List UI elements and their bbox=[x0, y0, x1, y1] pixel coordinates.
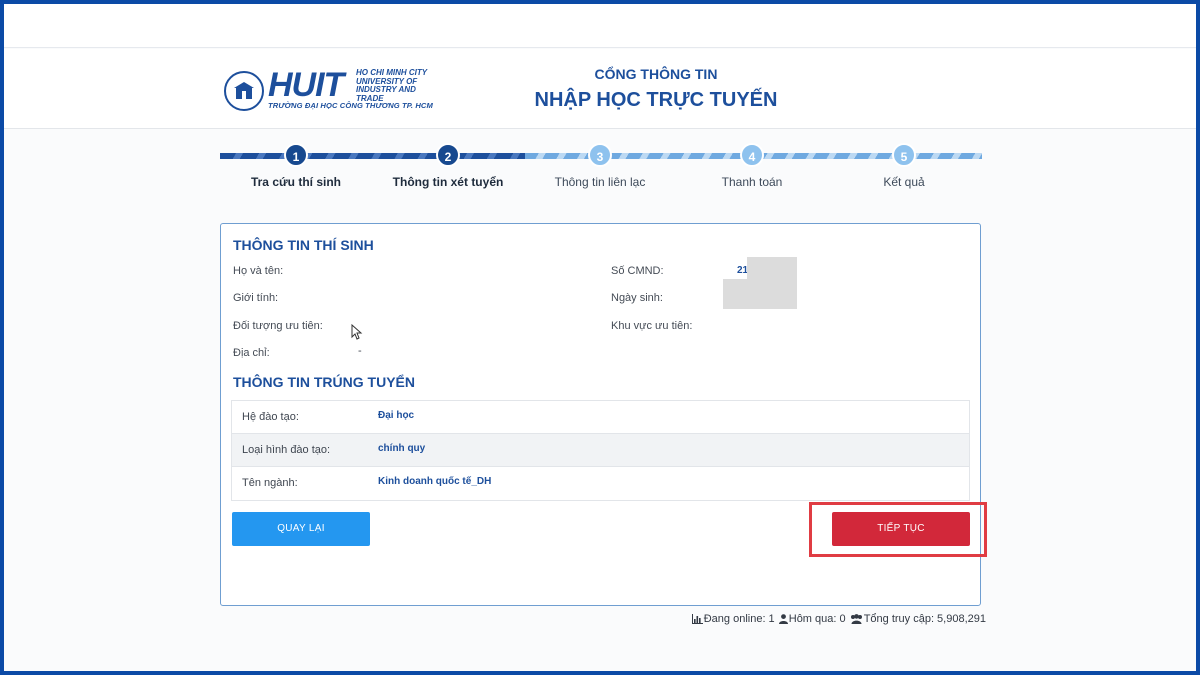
training-system-label: Hệ đào tạo: bbox=[242, 411, 299, 423]
browser-top-strip bbox=[4, 4, 1196, 48]
gender-label: Giới tính: bbox=[233, 292, 279, 304]
table-row: Tên ngành: Kinh doanh quốc tế_DH bbox=[232, 467, 969, 500]
training-system-value: Đại học bbox=[378, 410, 415, 421]
training-type-value: chính quy bbox=[378, 443, 426, 454]
yesterday-count: Hôm qua: 0 bbox=[788, 613, 846, 626]
portal-title-line2: NHẬP HỌC TRỰC TUYẾN bbox=[534, 89, 778, 111]
priority-group-label: Đối tượng ưu tiên: bbox=[233, 320, 323, 332]
back-button[interactable]: QUAY LẠI bbox=[232, 512, 370, 546]
step-5-number: 5 bbox=[892, 143, 916, 167]
university-seal-icon bbox=[224, 71, 264, 111]
major-value: Kinh doanh quốc tế_DH bbox=[378, 476, 492, 487]
users-icon bbox=[850, 614, 862, 625]
step-2-number: 2 bbox=[436, 143, 460, 167]
redacted-dob-block bbox=[723, 279, 797, 309]
online-count: Đang online: 1 bbox=[703, 613, 775, 626]
logo-brand-text: HUIT bbox=[268, 66, 344, 104]
portal-title: CỔNG THÔNG TIN NHẬP HỌC TRỰC TUYẾN bbox=[504, 65, 808, 113]
major-label: Tên ngành: bbox=[242, 477, 298, 489]
admission-section-title: THÔNG TIN TRÚNG TUYỂN bbox=[233, 374, 415, 390]
huit-logo[interactable]: HUIT HO CHI MINH CITY UNIVERSITY OF INDU… bbox=[224, 66, 434, 115]
step-1-label: Tra cứu thí sinh bbox=[250, 175, 342, 189]
bar-chart-icon bbox=[691, 614, 703, 625]
step-5[interactable]: 5 Kết quả bbox=[829, 143, 979, 189]
portal-title-line1: CỔNG THÔNG TIN bbox=[594, 66, 718, 82]
logo-subtitle: TRƯỜNG ĐẠI HỌC CÔNG THƯƠNG TP. HCM bbox=[268, 101, 433, 110]
step-4-number: 4 bbox=[740, 143, 764, 167]
dob-label: Ngày sinh: bbox=[611, 292, 663, 304]
address-value: - bbox=[358, 345, 362, 357]
table-row: Loại hình đào tạo: chính quy bbox=[232, 434, 969, 467]
step-5-label: Kết quả bbox=[883, 175, 925, 189]
step-4-label: Thanh toán bbox=[721, 175, 783, 189]
step-3[interactable]: 3 Thông tin liên lạc bbox=[525, 143, 675, 189]
admission-table: Hệ đào tạo: Đại học Loại hình đào tạo: c… bbox=[231, 400, 970, 501]
candidate-section-title: THÔNG TIN THÍ SINH bbox=[233, 237, 374, 253]
step-4[interactable]: 4 Thanh toán bbox=[677, 143, 827, 189]
logo-city-text: HO CHI MINH CITY UNIVERSITY OF INDUSTRY … bbox=[356, 68, 428, 103]
total-visits: Tổng truy cập: 5,908,291 bbox=[863, 613, 986, 626]
training-type-label: Loại hình đào tạo: bbox=[242, 444, 331, 456]
mouse-cursor-icon bbox=[351, 324, 363, 340]
site-header: HUIT HO CHI MINH CITY UNIVERSITY OF INDU… bbox=[4, 49, 1196, 129]
visitor-stats: Đang online: 1 Hôm qua: 0 Tổng truy cập:… bbox=[691, 613, 986, 625]
step-3-label: Thông tin liên lạc bbox=[554, 175, 646, 189]
progress-stepper: 1 Tra cứu thí sinh 2 Thông tin xét tuyển… bbox=[220, 143, 982, 193]
step-1-number: 1 bbox=[284, 143, 308, 167]
address-label: Địa chỉ: bbox=[233, 347, 270, 359]
id-number-label: Số CMND: bbox=[611, 265, 664, 277]
step-2[interactable]: 2 Thông tin xét tuyển bbox=[373, 143, 523, 189]
priority-area-label: Khu vực ưu tiên: bbox=[611, 320, 693, 332]
name-label: Họ và tên: bbox=[233, 265, 284, 277]
step-3-number: 3 bbox=[588, 143, 612, 167]
step-2-label: Thông tin xét tuyển bbox=[392, 175, 504, 189]
continue-highlight-box bbox=[809, 502, 987, 557]
redacted-id-block bbox=[747, 257, 797, 279]
user-icon bbox=[778, 614, 788, 625]
table-row: Hệ đào tạo: Đại học bbox=[232, 401, 969, 434]
step-1[interactable]: 1 Tra cứu thí sinh bbox=[221, 143, 371, 189]
